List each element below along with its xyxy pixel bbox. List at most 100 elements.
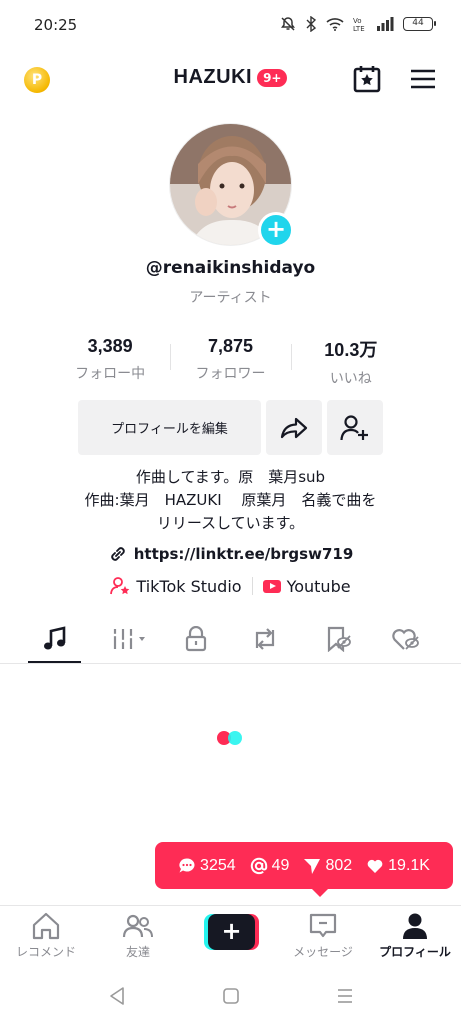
followers-count: 7,875 xyxy=(207,336,254,356)
mention-icon xyxy=(250,857,267,874)
tab-music[interactable] xyxy=(35,624,75,654)
status-icons: Vo LTE 44 xyxy=(280,16,436,32)
loading-dot-cyan xyxy=(228,731,242,745)
heart-icon xyxy=(367,859,383,873)
battery-icon: 44 xyxy=(403,17,436,31)
back-icon[interactable] xyxy=(108,986,126,1006)
wifi-icon xyxy=(326,18,344,31)
repost-icon xyxy=(255,628,275,650)
shares-count: 802 xyxy=(325,856,353,874)
services-row: TikTok Studio Youtube xyxy=(0,576,461,596)
studio-user-icon xyxy=(110,577,130,595)
link-icon xyxy=(111,547,125,561)
mute-bell-icon xyxy=(281,17,295,31)
bio-line: 作曲してます。原 葉月sub xyxy=(135,468,326,486)
share-profile-button[interactable] xyxy=(266,400,322,455)
add-story-button[interactable]: + xyxy=(258,212,294,248)
signal-icon xyxy=(377,17,394,31)
profile-icon xyxy=(403,913,427,939)
tiktok-studio-link[interactable]: TikTok Studio xyxy=(110,576,242,596)
tab-reposts[interactable] xyxy=(245,624,285,654)
profile-stats: 3,389 フォロー中 7,875 フォロワー 10.3万 いいね xyxy=(50,336,411,388)
home-square-icon[interactable] xyxy=(222,986,240,1006)
likes-stat[interactable]: 10.3万 いいね xyxy=(290,336,411,388)
account-switcher[interactable]: HAZUKI 9+ xyxy=(0,66,461,89)
top-bar: P HAZUKI 9+ xyxy=(0,52,461,108)
tab-favorites[interactable] xyxy=(318,624,358,654)
edit-profile-button[interactable]: プロフィールを編集 xyxy=(78,400,261,455)
status-time: 20:25 xyxy=(34,16,78,34)
bio-link[interactable]: https://linktr.ee/brgsw719 xyxy=(0,544,461,564)
music-icon xyxy=(44,626,66,650)
youtube-icon xyxy=(262,579,281,593)
username: @renaikinshidayo xyxy=(145,258,316,278)
send-icon xyxy=(304,858,321,874)
status-bar: 20:25 Vo LTE 44 xyxy=(0,0,461,52)
active-tab-indicator xyxy=(28,661,81,663)
followers-stat[interactable]: 7,875 フォロワー xyxy=(170,336,290,388)
tab-liked[interactable] xyxy=(386,624,426,654)
tab-private[interactable] xyxy=(176,624,216,654)
services-divider xyxy=(251,577,253,595)
avatar-container[interactable]: + xyxy=(169,123,294,248)
link-text[interactable]: https://linktr.ee/brgsw719 xyxy=(134,545,354,563)
comments-stat: 3254 xyxy=(178,857,236,875)
tab-playlists[interactable] xyxy=(108,624,154,654)
calendar-star-icon[interactable] xyxy=(352,64,382,94)
bookmark-icon xyxy=(327,626,351,652)
likes-count: 10.3万 xyxy=(324,340,378,360)
nav-profile-label: プロフィール xyxy=(379,945,451,959)
volte-icon: VoLTE xyxy=(353,17,365,32)
comment-icon xyxy=(179,857,195,872)
nav-friends-label: 友達 xyxy=(125,945,150,959)
bluetooth-icon xyxy=(306,16,317,32)
playlist-icon xyxy=(113,629,145,649)
likes-label: いいね xyxy=(329,371,372,387)
mentions-stat: 49 xyxy=(250,856,290,875)
nav-profile[interactable]: プロフィール xyxy=(369,912,461,960)
friends-icon xyxy=(122,914,153,938)
youtube-label: Youtube xyxy=(286,576,351,596)
lock-icon xyxy=(185,626,207,652)
add-user-icon xyxy=(340,414,368,440)
notification-badge: 9+ xyxy=(257,68,288,87)
activity-bubble[interactable]: 3254 49 802 19.1K xyxy=(155,842,453,897)
followers-label: フォロワー xyxy=(195,366,266,382)
account-name: HAZUKI xyxy=(173,66,253,88)
bio-line: リリースしています。 xyxy=(156,514,305,532)
svg-text:Vo: Vo xyxy=(353,17,362,25)
content-tabs xyxy=(0,614,461,664)
nav-inbox-label: メッセージ xyxy=(293,945,353,959)
tiktok-studio-label: TikTok Studio xyxy=(136,576,242,596)
loading-spinner xyxy=(217,731,245,747)
following-count: 3,389 xyxy=(87,336,133,356)
inbox-icon xyxy=(309,913,337,938)
nav-home[interactable]: レコメンド xyxy=(0,912,92,960)
following-stat[interactable]: 3,389 フォロー中 xyxy=(50,336,170,388)
create-plus-icon: + xyxy=(208,914,255,950)
share-icon xyxy=(280,417,308,438)
recents-icon[interactable] xyxy=(336,986,354,1006)
likes-bubble-count: 19.1K xyxy=(388,856,430,874)
nav-home-label: レコメンド xyxy=(15,945,76,959)
mentions-count: 49 xyxy=(271,856,290,874)
liked-icon xyxy=(392,629,419,650)
menu-icon[interactable] xyxy=(409,67,437,91)
profile-category: アーティスト xyxy=(189,290,272,306)
youtube-link[interactable]: Youtube xyxy=(262,576,351,596)
home-icon xyxy=(32,912,60,940)
shares-stat: 802 xyxy=(303,857,352,875)
system-nav-bar xyxy=(0,968,461,1024)
create-button[interactable]: + xyxy=(204,914,259,950)
bio-line: 作曲:葉月 HAZUKI 原葉月 名義で曲を xyxy=(84,491,377,509)
svg-text:LTE: LTE xyxy=(353,25,365,32)
following-label: フォロー中 xyxy=(75,366,146,382)
comments-count: 3254 xyxy=(200,856,236,874)
nav-inbox[interactable]: メッセージ xyxy=(277,912,369,960)
nav-friends[interactable]: 友達 xyxy=(92,912,184,960)
likes-bubble-stat: 19.1K xyxy=(366,857,430,875)
profile-actions: プロフィールを編集 xyxy=(78,400,383,455)
add-friend-button[interactable] xyxy=(327,400,383,455)
bottom-nav: レコメンド 友達 + メッセージ プロフィール xyxy=(0,905,461,968)
profile-bio: 作曲してます。原 葉月sub 作曲:葉月 HAZUKI 原葉月 名義で曲を リリ… xyxy=(0,466,461,535)
